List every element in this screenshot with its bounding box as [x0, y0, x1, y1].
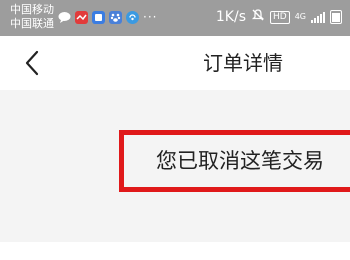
order-status-message: 您已取消这笔交易 [156, 149, 324, 173]
page-title: 订单详情 [203, 51, 283, 75]
red-app-icon [75, 10, 88, 24]
paw-app-icon [109, 10, 122, 24]
carrier-label-1: 中国移动 [10, 3, 54, 16]
network-type: 4G [294, 12, 306, 21]
content-divider [0, 242, 350, 260]
signal-strength-icon [311, 11, 325, 23]
battery-icon [330, 10, 342, 24]
network-speed: 1K/s [215, 9, 246, 25]
status-highlight-box: 您已取消这笔交易 [119, 130, 350, 192]
blue-app-icon [92, 10, 105, 24]
more-indicator: ··· [143, 10, 158, 24]
chat-bubble-icon [58, 11, 71, 24]
mute-icon [251, 8, 265, 26]
status-bar: 中国移动 中国联通 ··· 1K/s HD 4G [0, 0, 350, 36]
status-right: 1K/s HD 4G [216, 8, 342, 26]
order-detail-content: 您已取消这笔交易 [0, 90, 350, 242]
circle-app-icon [126, 10, 139, 24]
notification-icons: ··· [58, 9, 157, 25]
carrier-label-2: 中国联通 [10, 17, 54, 30]
chevron-left-icon[interactable] [22, 50, 44, 76]
hd-badge: HD [270, 10, 290, 24]
nav-bar: 订单详情 [0, 36, 350, 90]
